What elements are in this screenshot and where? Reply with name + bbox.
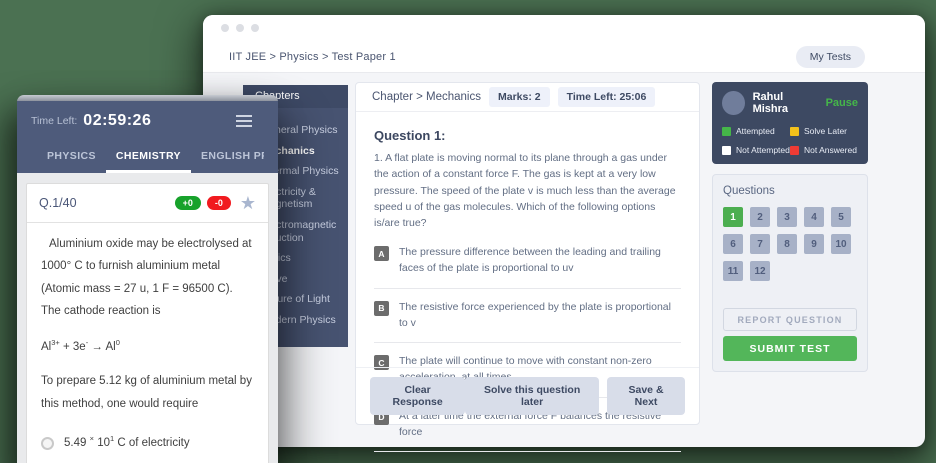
tab-english-proficiency[interactable]: ENGLISH PROFICIENCY	[191, 143, 264, 173]
bookmark-star-icon[interactable]: ★	[240, 194, 256, 212]
option-a-letter[interactable]: A	[374, 246, 389, 261]
multiply-icon: ×	[90, 434, 94, 443]
option-a-text: The pressure difference between the lead…	[399, 245, 681, 277]
save-next-button[interactable]: Save & Next	[607, 377, 685, 415]
palette-question-2[interactable]: 2	[750, 207, 770, 227]
mobile-question-prompt: To prepare 5.12 kg of aluminium metal by…	[41, 370, 254, 415]
palette-question-1[interactable]: 1	[723, 207, 743, 227]
mobile-option-1[interactable]: 5.49 × 101 C of electricity	[41, 432, 254, 454]
option-a[interactable]: A The pressure difference between the le…	[374, 245, 681, 289]
user-panel: Rahul Mishra Pause Attempted Solve Later…	[712, 82, 868, 164]
mobile-option-1-text: 5.49 × 101 C of electricity	[64, 432, 190, 454]
mobile-question-text: Aluminium oxide may be electrolysed at 1…	[41, 233, 254, 323]
reaction-charge: 3+	[51, 338, 60, 347]
window-control-icon[interactable]	[221, 24, 229, 32]
legend-attempted: Attempted	[722, 126, 790, 136]
desktop-content: Chapters General Physics Mechanics Therm…	[203, 73, 925, 446]
mobile-card-header: Q.1/40 +0 -0 ★	[27, 184, 268, 223]
window-titlebar	[203, 15, 925, 41]
reaction-product: Al	[105, 341, 115, 353]
mobile-body: Q.1/40 +0 -0 ★ Aluminium oxide may be el…	[17, 173, 278, 463]
negative-marks-badge: -0	[207, 196, 231, 210]
user-name: Rahul Mishra	[753, 91, 818, 115]
legend-solve-later-label: Solve Later	[804, 126, 847, 136]
palette-question-6[interactable]: 6	[723, 234, 743, 254]
window-control-icon[interactable]	[251, 24, 259, 32]
my-tests-button[interactable]: My Tests	[796, 46, 865, 68]
question-footer: Clear Response Solve this question later…	[356, 367, 699, 424]
legend-not-attempted-label: Not Attempted	[736, 145, 790, 155]
desktop-window: IIT JEE > Physics > Test Paper 1 My Test…	[203, 15, 925, 447]
legend-attempted-label: Attempted	[736, 126, 775, 136]
legend-not-attempted: Not Attempted	[722, 145, 790, 155]
palette-question-4[interactable]: 4	[804, 207, 824, 227]
legend-not-answered: Not Answered	[790, 145, 858, 155]
attempted-swatch-icon	[722, 127, 731, 136]
question-panel-header: Chapter > Mechanics Marks: 2 Time Left: …	[356, 83, 699, 112]
cathode-reaction: Al3+ + 3e- → Al0	[41, 336, 254, 358]
not-answered-swatch-icon	[790, 146, 799, 155]
mobile-question-card: Q.1/40 +0 -0 ★ Aluminium oxide may be el…	[26, 183, 269, 463]
radio-button-icon[interactable]	[41, 437, 54, 450]
breadcrumb[interactable]: IIT JEE > Physics > Test Paper 1	[229, 51, 396, 63]
question-title: Question 1:	[374, 128, 681, 143]
product-charge: 0	[116, 338, 120, 347]
legend-not-answered-label: Not Answered	[804, 145, 857, 155]
solve-later-button[interactable]: Solve this question later	[465, 377, 599, 415]
questions-panel: Questions 1 2 3 4 5 6 7 8 9 10 11 12 REP…	[712, 174, 868, 372]
clear-response-button[interactable]: Clear Response	[370, 377, 465, 415]
option-b-letter[interactable]: B	[374, 301, 389, 316]
palette-question-5[interactable]: 5	[831, 207, 851, 227]
subject-tabs: PHYSICS CHEMISTRY ENGLISH PROFICIENCY	[31, 143, 264, 173]
time-left-badge: Time Left: 25:06	[558, 87, 656, 107]
reaction-electrons: + 3e	[60, 341, 86, 353]
mobile-window: Time Left: 02:59:26 PHYSICS CHEMISTRY EN…	[17, 95, 278, 463]
mobile-timer-row: Time Left: 02:59:26	[31, 112, 264, 130]
time-left-value: 02:59:26	[83, 112, 151, 130]
window-control-icon[interactable]	[236, 24, 244, 32]
question-panel: Chapter > Mechanics Marks: 2 Time Left: …	[355, 82, 700, 425]
user-row: Rahul Mishra Pause	[722, 91, 858, 115]
solve-later-swatch-icon	[790, 127, 799, 136]
question-counter: Q.1/40	[39, 196, 77, 210]
tab-chemistry[interactable]: CHEMISTRY	[106, 143, 191, 173]
question-palette: 1 2 3 4 5 6 7 8 9 10 11 12	[723, 207, 857, 281]
option-b[interactable]: B The resistive force experienced by the…	[374, 300, 681, 344]
not-attempted-swatch-icon	[722, 146, 731, 155]
palette-question-9[interactable]: 9	[804, 234, 824, 254]
mobile-card-body: Aluminium oxide may be electrolysed at 1…	[27, 223, 268, 463]
legend-solve-later: Solve Later	[790, 126, 858, 136]
hamburger-menu-icon[interactable]	[236, 115, 252, 127]
palette-question-10[interactable]: 10	[831, 234, 851, 254]
option-b-text: The resistive force experienced by the p…	[399, 300, 681, 332]
questions-panel-title: Questions	[723, 185, 857, 197]
status-legend: Attempted Solve Later Not Attempted Not …	[722, 126, 858, 155]
question-text: 1. A flat plate is moving normal to its …	[374, 150, 681, 231]
report-question-button[interactable]: REPORT QUESTION	[723, 308, 857, 331]
breadcrumb-bar: IIT JEE > Physics > Test Paper 1 My Test…	[203, 41, 925, 73]
time-left-label: Time Left:	[31, 115, 77, 127]
marks-badge: Marks: 2	[489, 87, 550, 107]
reaction-arrow-icon: →	[88, 341, 105, 353]
avatar	[722, 91, 745, 115]
palette-question-12[interactable]: 12	[750, 261, 770, 281]
pause-button[interactable]: Pause	[826, 97, 858, 109]
reaction-species: Al	[41, 341, 51, 353]
submit-test-button[interactable]: SUBMIT TEST	[723, 336, 857, 361]
tab-physics[interactable]: PHYSICS	[37, 143, 106, 173]
palette-question-11[interactable]: 11	[723, 261, 743, 281]
palette-question-3[interactable]: 3	[777, 207, 797, 227]
chapter-breadcrumb: Chapter > Mechanics	[372, 91, 481, 103]
palette-question-8[interactable]: 8	[777, 234, 797, 254]
mobile-header: Time Left: 02:59:26 PHYSICS CHEMISTRY EN…	[17, 101, 278, 173]
positive-marks-badge: +0	[175, 196, 201, 210]
composite-background: IIT JEE > Physics > Test Paper 1 My Test…	[0, 0, 936, 463]
palette-question-7[interactable]: 7	[750, 234, 770, 254]
